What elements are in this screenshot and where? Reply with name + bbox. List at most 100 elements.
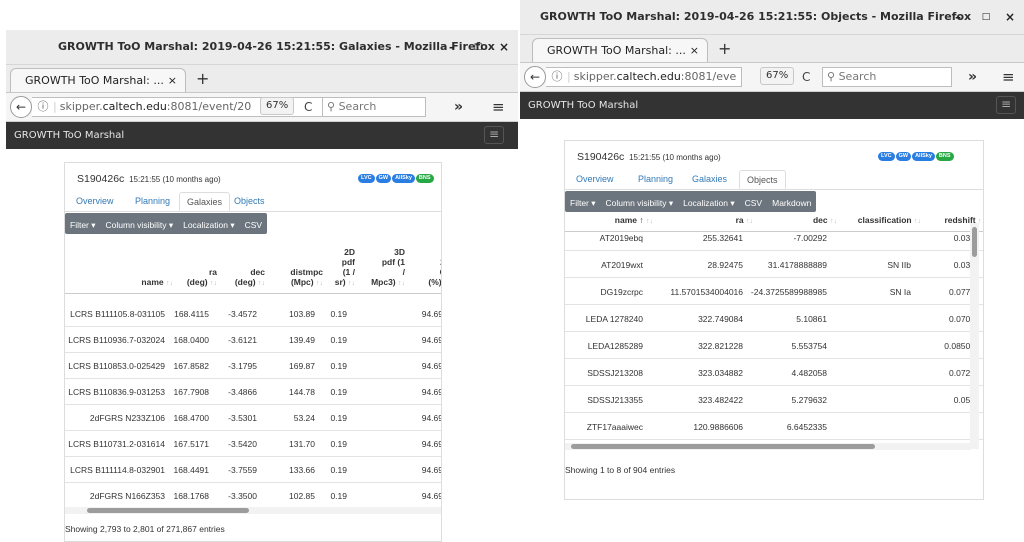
hamburger-menu-icon[interactable]: ≡ xyxy=(492,97,505,117)
site-brand[interactable]: GROWTH ToO Marshal xyxy=(14,122,124,149)
table-cell: 322.821228 xyxy=(698,341,743,351)
localization-button[interactable]: Localization ▾ xyxy=(178,215,240,236)
horizontal-scroll-thumb[interactable] xyxy=(571,444,875,449)
table-cell: 6.6452335 xyxy=(786,422,827,432)
table-cell: 168.4491 xyxy=(173,465,209,475)
localization-button[interactable]: Localization ▾ xyxy=(678,193,740,214)
zoom-indicator[interactable]: 67% xyxy=(760,67,795,85)
column-header[interactable]: dec ↑↓ xyxy=(813,215,837,227)
table-cell: -3.5301 xyxy=(228,413,257,423)
close-icon[interactable]: × xyxy=(494,30,514,64)
navbar-toggle-icon[interactable]: ≡ xyxy=(484,126,504,144)
maximize-icon[interactable]: □ xyxy=(976,0,996,34)
new-tab-icon[interactable]: + xyxy=(718,38,731,62)
search-input[interactable]: ⚲ Search xyxy=(322,97,426,117)
url-prefix: skipper. xyxy=(59,100,103,113)
column-header-text: pdf (1 xyxy=(381,257,405,267)
horizontal-scroll-thumb[interactable] xyxy=(87,508,249,513)
horizontal-scrollbar[interactable] xyxy=(565,443,971,450)
tab-close-icon[interactable]: × xyxy=(168,69,177,92)
event-header: S190426c 15:21:55 (10 months ago) xyxy=(77,173,221,185)
table-cell: 2dFGRS N233Z106 xyxy=(89,413,165,423)
row-divider xyxy=(565,331,983,332)
table-cell: SDSSJ213355 xyxy=(587,395,643,405)
tab-planning[interactable]: Planning xyxy=(631,170,680,189)
filter-button[interactable]: Filter ▾ xyxy=(565,193,601,214)
close-icon[interactable]: × xyxy=(1000,0,1020,34)
sort-arrows-icon[interactable]: ↑↓ xyxy=(166,280,173,287)
tab-planning[interactable]: Planning xyxy=(128,192,177,211)
column-header[interactable]: distmpc (Mpc) ↑↓ xyxy=(290,267,323,289)
filter-button[interactable]: Filter ▾ xyxy=(65,215,101,236)
new-tab-icon[interactable]: + xyxy=(196,68,209,92)
csv-button[interactable]: CSV xyxy=(740,193,767,214)
sort-arrows-icon[interactable]: ↑↓ xyxy=(746,218,753,225)
column-header[interactable]: 2D pdf (1 /sr) ↑↓ xyxy=(335,247,355,289)
zoom-indicator[interactable]: 67% xyxy=(260,97,295,115)
table-cell: 167.8582 xyxy=(173,361,209,371)
column-visibility-button[interactable]: Column visibility ▾ xyxy=(101,215,179,236)
info-icon[interactable]: ⓘ xyxy=(550,68,564,86)
reload-icon[interactable]: C xyxy=(304,97,312,117)
table-cell: 169.87 xyxy=(289,361,315,371)
table-cell: 0.19 xyxy=(330,309,347,319)
overflow-icon[interactable]: » xyxy=(454,97,463,117)
column-header-text: dec xyxy=(250,267,265,277)
tab-overview[interactable]: Overview xyxy=(569,170,621,189)
vertical-scrollbar[interactable] xyxy=(970,223,979,449)
info-icon[interactable]: ⓘ xyxy=(36,98,50,116)
table-cell: 168.1768 xyxy=(173,491,209,501)
table-cell: 131.70 xyxy=(289,439,315,449)
browser-tab[interactable]: GROWTH ToO Marshal: ... × xyxy=(532,38,708,62)
column-visibility-button[interactable]: Column visibility ▾ xyxy=(601,193,679,214)
column-header[interactable]: 3D pdf (1/ Mpc3) ↑↓ xyxy=(371,247,405,289)
sort-arrows-icon[interactable]: ↑↓ xyxy=(258,280,265,287)
column-header-text: pdf xyxy=(341,257,355,267)
search-input[interactable]: ⚲ Search xyxy=(822,67,952,87)
minimize-icon[interactable]: – xyxy=(442,30,462,64)
row-divider xyxy=(565,250,983,251)
sort-arrows-icon[interactable]: ↑↓ xyxy=(316,280,323,287)
site-brand[interactable]: GROWTH ToO Marshal xyxy=(528,92,638,119)
sort-arrows-icon[interactable]: ↑↓ xyxy=(830,218,837,225)
table-cell: 53.24 xyxy=(293,413,315,423)
badge-gw: GW xyxy=(375,174,392,183)
vertical-scroll-thumb[interactable] xyxy=(972,227,977,257)
tab-objects[interactable]: Objects xyxy=(227,192,272,211)
sort-arrows-icon[interactable]: ↑↓ xyxy=(398,280,405,287)
tab-objects[interactable]: Objects xyxy=(739,170,786,189)
search-icon: ⚲ xyxy=(827,70,836,83)
tab-close-icon[interactable]: × xyxy=(690,39,699,62)
minimize-icon[interactable]: – xyxy=(948,0,968,34)
badge-allsky: AllSky xyxy=(392,174,415,183)
tab-galaxies[interactable]: Galaxies xyxy=(685,170,734,189)
back-arrow-icon[interactable]: ← xyxy=(524,66,546,88)
browser-tab[interactable]: GROWTH ToO Marshal: ... × xyxy=(10,68,186,92)
column-header-text: / xyxy=(402,267,405,277)
column-header[interactable]: name ↑ ↑↓ xyxy=(615,215,653,227)
reload-icon[interactable]: C xyxy=(802,67,810,87)
navbar-toggle-icon[interactable]: ≡ xyxy=(996,96,1016,114)
sort-arrows-icon[interactable]: ↑↓ xyxy=(348,280,355,287)
back-arrow-icon[interactable]: ← xyxy=(10,96,32,118)
overflow-icon[interactable]: » xyxy=(968,67,977,87)
column-header[interactable]: ra (deg) ↑↓ xyxy=(187,267,217,289)
url-bar[interactable]: ⓘ | skipper.caltech.edu:8081/eve xyxy=(546,67,742,87)
table-cell: 94.69 xyxy=(421,309,442,319)
column-header[interactable]: ra ↑↓ xyxy=(736,215,753,227)
sort-arrows-icon[interactable]: ↑↓ xyxy=(646,218,653,225)
tab-galaxies[interactable]: Galaxies xyxy=(179,192,231,211)
sort-arrows-icon[interactable]: ↑↓ xyxy=(210,280,217,287)
horizontal-scrollbar[interactable] xyxy=(65,507,441,514)
maximize-icon[interactable]: □ xyxy=(468,30,488,64)
column-header[interactable]: dec (deg) ↑↓ xyxy=(235,267,265,289)
table-cell: SN IIb xyxy=(887,260,911,270)
column-header[interactable]: 2DCL(%) ↑↓ xyxy=(428,257,441,289)
markdown-button[interactable]: Markdown xyxy=(767,193,816,214)
tab-overview[interactable]: Overview xyxy=(69,192,121,211)
hamburger-menu-icon[interactable]: ≡ xyxy=(1002,67,1015,87)
column-header[interactable]: name ↑↓ xyxy=(141,277,173,289)
sort-arrows-icon[interactable]: ↑↓ xyxy=(914,218,921,225)
csv-button[interactable]: CSV xyxy=(240,215,267,236)
column-header[interactable]: classification ↑↓ xyxy=(858,215,921,227)
